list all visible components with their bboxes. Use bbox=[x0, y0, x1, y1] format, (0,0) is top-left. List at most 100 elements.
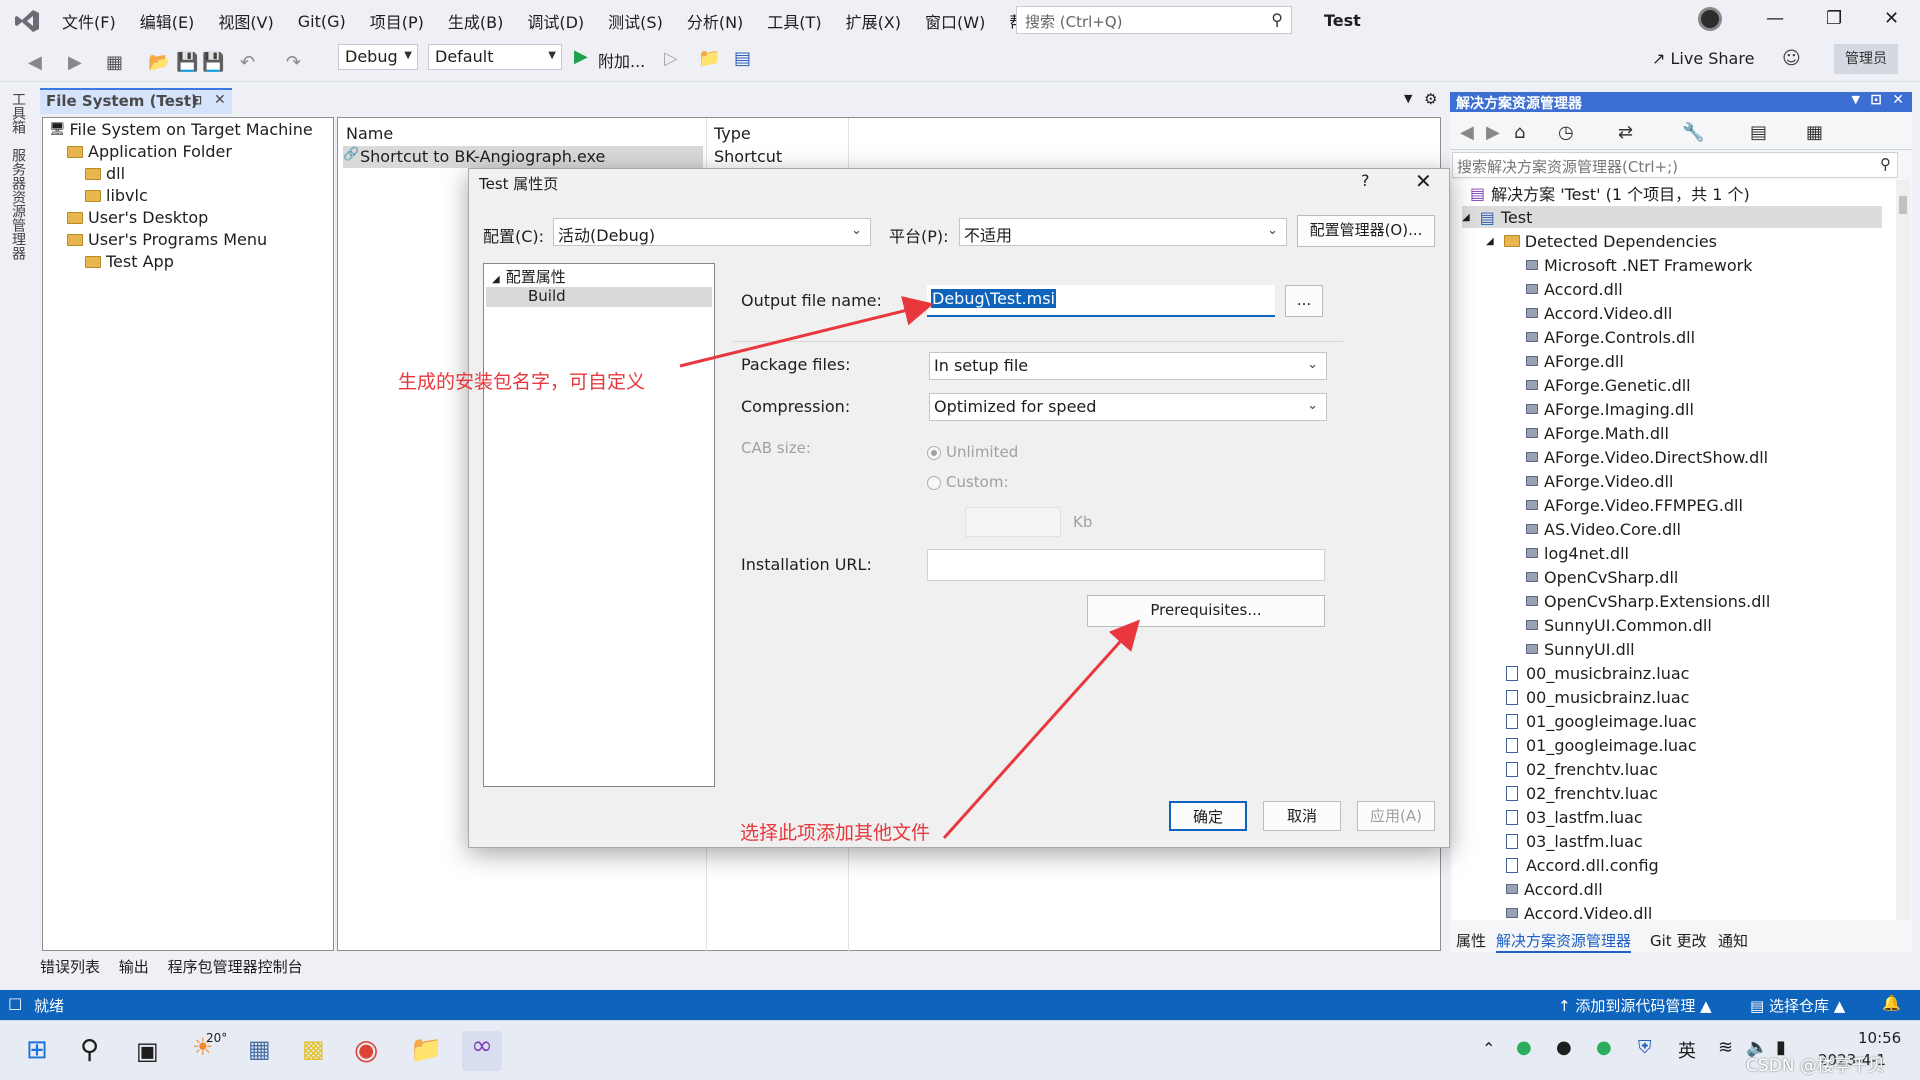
config-select[interactable]: 活动(Debug) ⌄ bbox=[553, 218, 871, 246]
menu-file[interactable]: 文件(F) bbox=[50, 9, 128, 33]
chrome-icon[interactable]: ◉ bbox=[354, 1033, 378, 1066]
custom-radio[interactable]: Custom: bbox=[927, 473, 1009, 491]
folder-view-icon[interactable]: 📁 bbox=[698, 48, 720, 69]
windows-start-icon[interactable]: ⊞ bbox=[26, 1035, 48, 1065]
close-icon[interactable]: ✕ bbox=[1415, 169, 1432, 193]
file-item[interactable]: 01_googleimage.luac bbox=[1506, 710, 1697, 732]
compression-select[interactable]: Optimized for speed ⌄ bbox=[929, 393, 1327, 421]
menu-extensions[interactable]: 扩展(X) bbox=[834, 9, 913, 33]
attach-button[interactable]: 附加... bbox=[598, 48, 645, 72]
dependency-item[interactable]: AForge.Video.dll bbox=[1526, 470, 1673, 492]
dependency-item[interactable]: Microsoft .NET Framework bbox=[1526, 254, 1753, 276]
window-layout-icon[interactable]: ▤ bbox=[734, 48, 751, 69]
scrollbar-thumb[interactable] bbox=[1899, 196, 1907, 214]
tree-item-build[interactable]: Build bbox=[486, 287, 712, 307]
dependency-item[interactable]: Accord.Video.dll bbox=[1526, 302, 1672, 324]
forward-icon[interactable]: ▶ bbox=[1486, 122, 1500, 143]
clock-time[interactable]: 10:56 bbox=[1858, 1029, 1901, 1047]
config-dropdown[interactable]: Debug ▼ bbox=[338, 44, 418, 70]
wechat-icon[interactable]: ● bbox=[1516, 1037, 1532, 1058]
home-icon[interactable]: ⌂ bbox=[1514, 122, 1525, 143]
table-row[interactable]: 🔗 Shortcut to BK-Angiograph.exe bbox=[343, 146, 703, 168]
tree-item-users-programs-menu[interactable]: User's Programs Menu bbox=[67, 230, 267, 249]
live-share-button[interactable]: ↗ Live Share bbox=[1652, 49, 1754, 68]
dependency-item[interactable]: log4net.dll bbox=[1526, 542, 1629, 564]
package-files-select[interactable]: In setup file ⌄ bbox=[929, 352, 1327, 380]
menu-git[interactable]: Git(G) bbox=[286, 12, 358, 31]
collapse-icon[interactable]: ▤ bbox=[1750, 122, 1767, 143]
tree-item-libvlc[interactable]: libvlc bbox=[85, 186, 148, 205]
security-icon[interactable]: ⛨ bbox=[1638, 1037, 1652, 1058]
apply-button[interactable]: 应用(A) bbox=[1357, 801, 1435, 831]
dependency-item[interactable]: OpenCvSharp.dll bbox=[1526, 566, 1678, 588]
menu-edit[interactable]: 编辑(E) bbox=[128, 9, 207, 33]
redo-icon[interactable]: ↷ bbox=[286, 52, 301, 73]
new-project-icon[interactable]: ▦ bbox=[106, 52, 123, 73]
file-item[interactable]: 00_musicbrainz.luac bbox=[1506, 686, 1689, 708]
file-item[interactable]: 03_lastfm.luac bbox=[1506, 830, 1643, 852]
back-icon[interactable]: ◀ bbox=[28, 52, 42, 73]
ok-button[interactable]: 确定 bbox=[1169, 801, 1247, 831]
calculator-icon[interactable]: ▦ bbox=[248, 1035, 271, 1063]
dependency-item[interactable]: AForge.Controls.dll bbox=[1526, 326, 1695, 348]
dependency-item[interactable]: Accord.dll bbox=[1526, 278, 1623, 300]
tree-item-users-desktop[interactable]: User's Desktop bbox=[67, 208, 208, 227]
restore-icon[interactable]: ❐ bbox=[1826, 8, 1842, 29]
tab-solution-explorer[interactable]: 解决方案资源管理器 bbox=[1496, 930, 1632, 953]
wifi-icon[interactable]: ≋ bbox=[1718, 1037, 1733, 1058]
undo-icon[interactable]: ↶ bbox=[240, 52, 255, 73]
gear-icon[interactable]: ⚙ bbox=[1424, 90, 1437, 108]
output-file-input[interactable]: Debug\Test.msi bbox=[927, 285, 1275, 317]
menu-tools[interactable]: 工具(T) bbox=[755, 9, 833, 33]
tab-error-list[interactable]: 错误列表 bbox=[40, 958, 100, 976]
dependency-item[interactable]: AForge.Imaging.dll bbox=[1526, 398, 1694, 420]
menu-debug[interactable]: 调试(D) bbox=[515, 9, 596, 33]
dependency-item[interactable]: OpenCvSharp.Extensions.dll bbox=[1526, 590, 1770, 612]
properties-icon[interactable]: 🔧 bbox=[1682, 122, 1704, 143]
tree-item-test-app[interactable]: Test App bbox=[85, 252, 174, 271]
close-icon[interactable]: ✕ bbox=[1892, 92, 1904, 108]
file-item[interactable]: 01_googleimage.luac bbox=[1506, 734, 1697, 756]
scrollbar[interactable] bbox=[1896, 180, 1910, 920]
tab-overflow-icon[interactable]: ▼ bbox=[1404, 92, 1412, 105]
prerequisites-button[interactable]: Prerequisites... bbox=[1087, 595, 1325, 627]
sticky-notes-icon[interactable]: ▩ bbox=[302, 1035, 325, 1063]
dependency-item[interactable]: AForge.Math.dll bbox=[1526, 422, 1669, 444]
reference-item[interactable]: Accord.Video.dll bbox=[1506, 902, 1652, 920]
tab-notifications[interactable]: 通知 bbox=[1718, 930, 1748, 951]
tab-properties[interactable]: 属性 bbox=[1456, 930, 1486, 951]
tray-overflow-icon[interactable]: ⌃ bbox=[1482, 1039, 1495, 1058]
run-without-debug-icon[interactable]: ▷ bbox=[664, 48, 678, 69]
tree-item-detected-dependencies[interactable]: ◢ Detected Dependencies bbox=[1486, 230, 1717, 252]
dependency-item[interactable]: AForge.Video.DirectShow.dll bbox=[1526, 446, 1768, 468]
column-header-type[interactable]: Type bbox=[714, 124, 751, 143]
pin-icon[interactable]: ⊡ bbox=[192, 93, 202, 107]
avatar[interactable] bbox=[1698, 7, 1722, 31]
tree-item-project[interactable]: ◢ ▤ Test bbox=[1462, 206, 1882, 228]
close-tab-icon[interactable]: ✕ bbox=[214, 92, 226, 108]
visual-studio-taskbar-icon[interactable]: ∞ bbox=[462, 1031, 502, 1071]
menu-window[interactable]: 窗口(W) bbox=[913, 9, 997, 33]
dropdown-icon[interactable]: ▼ bbox=[1852, 93, 1860, 106]
task-view-icon[interactable]: ▣ bbox=[136, 1037, 159, 1065]
qq-icon[interactable]: ● bbox=[1556, 1037, 1572, 1058]
file-item[interactable]: 02_frenchtv.luac bbox=[1506, 758, 1658, 780]
cancel-button[interactable]: 取消 bbox=[1263, 801, 1341, 831]
close-icon[interactable]: ✕ bbox=[1884, 8, 1899, 29]
browse-button[interactable]: ... bbox=[1285, 285, 1323, 317]
dependency-item[interactable]: AForge.dll bbox=[1526, 350, 1624, 372]
tree-item-solution[interactable]: ▤ 解决方案 'Test' (1 个项目，共 1 个) bbox=[1470, 182, 1750, 205]
file-item[interactable]: 03_lastfm.luac bbox=[1506, 806, 1643, 828]
ime-indicator[interactable]: 英 bbox=[1678, 1037, 1696, 1063]
wechat-work-icon[interactable]: ● bbox=[1596, 1037, 1612, 1058]
menu-project[interactable]: 项目(P) bbox=[358, 9, 436, 33]
custom-size-input[interactable] bbox=[965, 507, 1061, 537]
menu-build[interactable]: 生成(B) bbox=[436, 9, 515, 33]
feedback-icon[interactable]: ☺ bbox=[1782, 48, 1801, 69]
column-header-name[interactable]: Name bbox=[346, 124, 393, 143]
tab-git-changes[interactable]: Git 更改 bbox=[1650, 930, 1706, 951]
help-icon[interactable]: ? bbox=[1361, 171, 1370, 190]
toolbox-tab[interactable]: 工具箱 bbox=[8, 92, 28, 134]
tree-item-dll[interactable]: dll bbox=[85, 164, 125, 183]
refresh-icon[interactable]: ⇄ bbox=[1618, 122, 1633, 143]
